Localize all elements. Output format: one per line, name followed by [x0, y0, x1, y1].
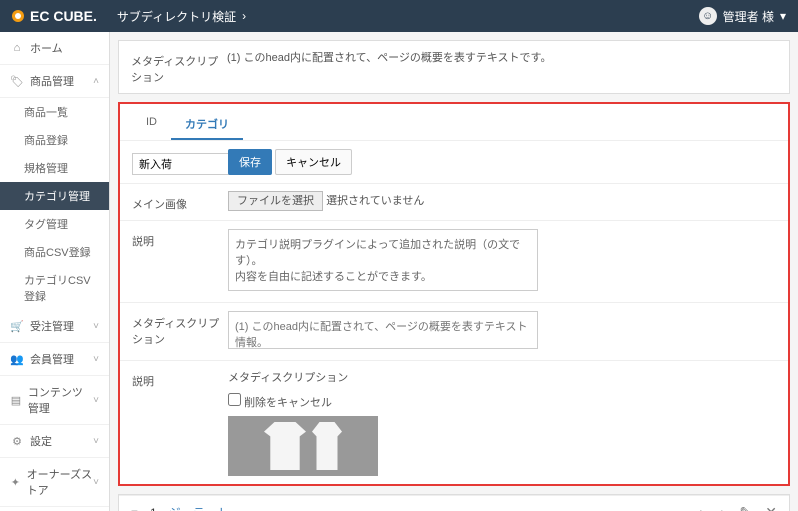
chevron-down-icon: ▾ [780, 9, 786, 23]
user-icon: ☺ [699, 7, 717, 25]
sidebar-item-info[interactable]: ⓘ情報˅ [0, 507, 109, 511]
delete-cancel-checkbox[interactable]: 削除をキャンセル [228, 397, 332, 409]
sidebar-sub-3[interactable]: カテゴリ管理 [0, 182, 109, 210]
tab-category[interactable]: カテゴリ [171, 110, 243, 140]
sidebar-sub-6[interactable]: カテゴリCSV登録 [0, 266, 109, 310]
tag-icon: 🏷 [10, 75, 24, 88]
desc-label: 説明 [132, 229, 228, 249]
breadcrumb[interactable]: サブディレクトリ検証› [117, 8, 246, 25]
chevron-down-icon: ˅ [93, 354, 99, 365]
row-num: 1 [150, 506, 157, 511]
sidebar-item-products[interactable]: 🏷商品管理˄ [0, 65, 109, 98]
logo: EC CUBE. [12, 8, 97, 24]
chevron-down-icon: ˅ [93, 321, 99, 332]
grip-icon[interactable]: ≡ [131, 506, 138, 511]
sidebar-item-customers[interactable]: 👥会員管理˅ [0, 343, 109, 376]
sidebar: ⌂ホーム 🏷商品管理˄ 商品一覧商品登録規格管理カテゴリ管理タグ管理商品CSV登… [0, 32, 110, 511]
upper-panel: メタディスクリプション (1) このhead内に配置されて、ページの概要を表すテ… [118, 40, 790, 94]
delete-button[interactable]: ✕ [765, 504, 777, 511]
meta-description-textarea[interactable] [228, 311, 538, 349]
sidebar-item-settings[interactable]: ⚙設定˅ [0, 425, 109, 458]
sub-title: メタディスクリプション [228, 369, 776, 385]
move-down-button[interactable]: ↓ [719, 505, 726, 511]
move-up-button[interactable]: ↑ [698, 505, 705, 511]
description-textarea[interactable]: カテゴリ説明プラグインによって追加された説明（の文です）。 内容を自由に記述する… [228, 229, 538, 291]
edit-button[interactable]: ✎ [740, 504, 752, 511]
row-name-link[interactable]: ジェラート [169, 504, 684, 511]
user-menu[interactable]: ☺ 管理者 様 ▾ [699, 7, 786, 25]
logo-icon [12, 10, 24, 22]
sidebar-sub-2[interactable]: 規格管理 [0, 154, 109, 182]
users-icon: 👥 [10, 353, 24, 366]
chevron-up-icon: ˄ [93, 76, 99, 87]
file-select-button[interactable]: ファイルを選択 [228, 191, 323, 211]
image-thumbnail [228, 416, 378, 476]
meta-desc-label: メタディスクリプション [131, 49, 227, 85]
tabs: ID カテゴリ [120, 104, 788, 141]
category-row: ≡ 1 ジェラート ↑ ↓ ✎ ✕ [119, 495, 789, 511]
main-content: メタディスクリプション (1) このhead内に配置されて、ページの概要を表すテ… [110, 32, 798, 511]
chevron-down-icon: ˅ [93, 395, 99, 406]
chevron-right-icon: › [242, 9, 246, 23]
meta-desc-form-label: メタディスクリプション [132, 311, 228, 347]
chevron-down-icon: ˅ [93, 477, 99, 488]
sidebar-sub-5[interactable]: 商品CSV登録 [0, 238, 109, 266]
main-image-label: メイン画像 [132, 192, 228, 212]
sidebar-item-home[interactable]: ⌂ホーム [0, 32, 109, 65]
category-form-panel: ID カテゴリ 保存 キャンセル メイン画像 ファイルを選択 選択されていません… [118, 102, 790, 486]
sidebar-item-orders[interactable]: 🛒受注管理˅ [0, 310, 109, 343]
sidebar-item-owners[interactable]: ✦オーナーズストア˅ [0, 458, 109, 507]
file-icon: ▤ [10, 394, 22, 407]
meta-desc-hint: (1) このhead内に配置されて、ページの概要を表すテキストです。 [227, 49, 777, 65]
sub-label: 説明 [132, 369, 228, 389]
gear-icon: ⚙ [10, 435, 24, 448]
tab-id[interactable]: ID [132, 110, 171, 140]
sidebar-sub-4[interactable]: タグ管理 [0, 210, 109, 238]
category-list: ≡1ジェラート↑↓✎✕≡5アイスサンド↑↓✎✕ [118, 494, 790, 511]
file-none-text: 選択されていません [326, 195, 424, 207]
star-icon: ✦ [10, 476, 21, 489]
home-icon: ⌂ [10, 42, 24, 54]
cancel-button[interactable]: キャンセル [275, 149, 352, 175]
save-button[interactable]: 保存 [228, 149, 272, 175]
sidebar-sub-1[interactable]: 商品登録 [0, 126, 109, 154]
sidebar-item-contents[interactable]: ▤コンテンツ管理˅ [0, 376, 109, 425]
sidebar-sub-0[interactable]: 商品一覧 [0, 98, 109, 126]
category-name-input[interactable] [132, 153, 232, 175]
chevron-down-icon: ˅ [93, 436, 99, 447]
name-label [132, 149, 228, 175]
cart-icon: 🛒 [10, 320, 24, 333]
top-bar: EC CUBE. サブディレクトリ検証› ☺ 管理者 様 ▾ [0, 0, 798, 32]
